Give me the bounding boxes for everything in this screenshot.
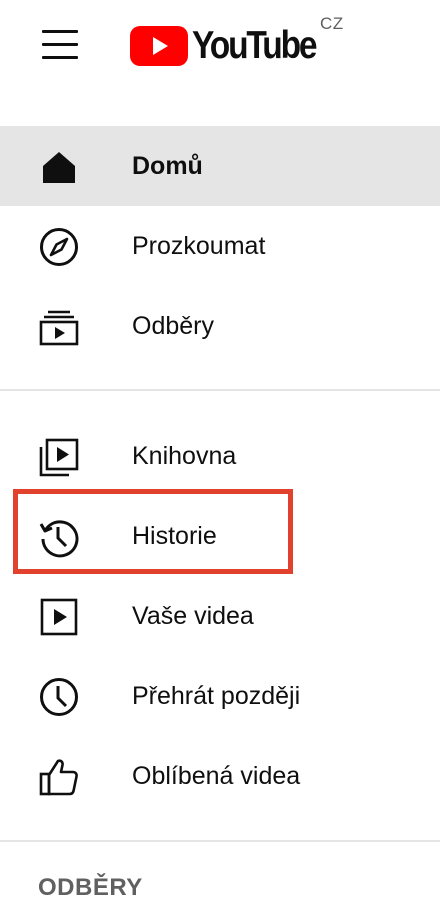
nav-label-explore: Prozkoumat <box>132 232 266 260</box>
section-divider <box>0 389 440 391</box>
nav-item-explore[interactable]: Prozkoumat <box>0 206 440 286</box>
section-divider-2 <box>0 840 440 842</box>
history-icon <box>38 516 80 558</box>
nav-item-watch-later[interactable]: Přehrát později <box>0 656 440 736</box>
top-bar: YouTube CZ <box>0 0 440 92</box>
nav-item-home[interactable]: Domů <box>0 126 440 206</box>
nav-item-subscriptions[interactable]: Odběry <box>0 286 440 366</box>
nav-label-history: Historie <box>132 522 217 550</box>
liked-videos-icon <box>38 756 80 798</box>
nav-item-liked-videos[interactable]: Oblíbená videa <box>0 736 440 816</box>
subscriptions-section-title: ODBĚRY <box>38 874 143 901</box>
library-icon <box>38 436 80 478</box>
nav-item-your-videos[interactable]: Vaše videa <box>0 576 440 656</box>
region-code: CZ <box>320 14 344 33</box>
explore-compass-icon <box>38 226 80 268</box>
youtube-play-logo-icon <box>130 26 188 66</box>
watch-later-icon <box>38 676 80 718</box>
nav-label-subscriptions: Odběry <box>132 312 214 340</box>
library-nav: Knihovna Historie Vaše videa Přehrát poz… <box>0 416 440 816</box>
logo-text: YouTube <box>192 24 318 67</box>
home-icon <box>38 146 80 188</box>
nav-label-your-videos: Vaše videa <box>132 602 254 630</box>
main-nav: Domů Prozkoumat Odběry <box>0 126 440 366</box>
subscriptions-icon <box>38 306 80 348</box>
youtube-logo[interactable]: YouTube <box>130 24 336 68</box>
nav-label-library: Knihovna <box>132 442 237 470</box>
your-videos-icon <box>38 596 80 638</box>
nav-label-home: Domů <box>132 152 203 180</box>
nav-label-liked-videos: Oblíbená videa <box>132 762 301 790</box>
nav-label-watch-later: Přehrát později <box>132 682 301 710</box>
nav-item-library[interactable]: Knihovna <box>0 416 440 496</box>
hamburger-menu-icon[interactable] <box>38 26 80 64</box>
nav-item-history[interactable]: Historie <box>0 496 440 576</box>
